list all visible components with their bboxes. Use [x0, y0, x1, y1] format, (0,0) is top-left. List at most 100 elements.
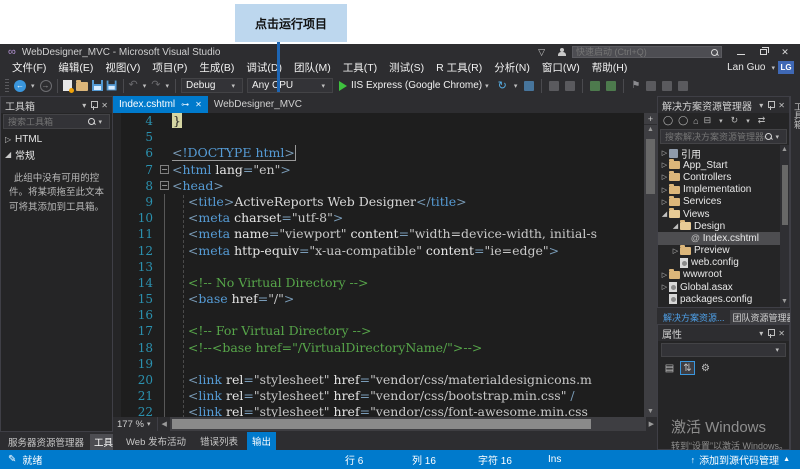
- code-line[interactable]: 4}: [121, 113, 644, 129]
- fold-margin[interactable]: [159, 388, 172, 404]
- chevron-right-icon[interactable]: ▷: [660, 198, 669, 206]
- scroll-left-icon[interactable]: ◀: [158, 420, 169, 428]
- dropdown-icon[interactable]: ▾: [31, 82, 35, 90]
- fold-margin[interactable]: [159, 307, 172, 323]
- code-text[interactable]: [172, 307, 644, 323]
- tree-scroll-up-icon[interactable]: ▲: [781, 145, 788, 155]
- categorized-icon[interactable]: ▤: [662, 361, 677, 375]
- tree-scrollbar[interactable]: ▲ ▼: [780, 145, 789, 307]
- code-line[interactable]: 8−<head>: [121, 178, 644, 194]
- prev-bookmark-icon[interactable]: [644, 77, 658, 95]
- code-area[interactable]: 4}56<!DOCTYPE html>7−<html lang="en">8−<…: [113, 113, 657, 417]
- next-bookmark-icon[interactable]: [660, 77, 674, 95]
- dropdown-icon[interactable]: ▾: [514, 82, 518, 90]
- tree-item-packages.config[interactable]: packages.config: [658, 293, 789, 305]
- menu-item[interactable]: 测试(S): [383, 62, 430, 74]
- toolbox-search-input[interactable]: [8, 117, 88, 127]
- code-line[interactable]: 17 <!-- For Virtual Directory -->: [121, 323, 644, 339]
- toolbox-dropdown-icon[interactable]: ▾: [82, 101, 86, 110]
- code-text[interactable]: <title>ActiveReports Web Designer</title…: [172, 194, 644, 210]
- chevron-down-icon[interactable]: ◢: [671, 222, 680, 230]
- code-line[interactable]: 16: [121, 307, 644, 323]
- bottom-tab-输出[interactable]: 输出: [247, 432, 276, 450]
- quick-launch-box[interactable]: [572, 46, 722, 58]
- toolbox-group[interactable]: ◢常规: [1, 147, 112, 162]
- back-icon[interactable]: ←: [12, 77, 28, 95]
- tree-item-Implementation[interactable]: ▷Implementation: [658, 184, 789, 196]
- properties-close-icon[interactable]: ✕: [778, 329, 785, 338]
- code-text[interactable]: <meta charset="utf-8">: [172, 210, 644, 226]
- tree-scroll-down-icon[interactable]: ▼: [781, 297, 788, 307]
- code-text[interactable]: <meta http-equiv="x-ua-compatible" conte…: [172, 243, 644, 259]
- code-line[interactable]: 13: [121, 259, 644, 275]
- properties-object-dropdown[interactable]: ▾: [661, 343, 786, 357]
- close-icon[interactable]: ✕: [195, 100, 202, 109]
- scroll-down-icon[interactable]: ▼: [647, 407, 654, 417]
- code-text[interactable]: <html lang="en">: [172, 162, 644, 178]
- tree-item-引用[interactable]: ▷引用: [658, 147, 789, 159]
- tree-item-Controllers[interactable]: ▷Controllers: [658, 171, 789, 183]
- fold-margin[interactable]: [159, 210, 172, 226]
- fold-margin[interactable]: [159, 323, 172, 339]
- fold-collapse-icon[interactable]: −: [160, 181, 169, 190]
- collapse-all-icon[interactable]: ⊟: [704, 115, 712, 126]
- menu-item[interactable]: 调试(D): [240, 62, 288, 74]
- new-file-icon[interactable]: [61, 77, 74, 95]
- properties-dropdown-icon[interactable]: ▾: [759, 329, 763, 338]
- bottom-tab-错误列表[interactable]: 错误列表: [195, 432, 243, 450]
- bottom-tab-Web 发布活动[interactable]: Web 发布活动: [121, 432, 191, 450]
- fold-margin[interactable]: [159, 291, 172, 307]
- tree-item-Global.asax[interactable]: ▷Global.asax: [658, 281, 789, 293]
- chevron-right-icon[interactable]: ▷: [660, 283, 669, 291]
- quick-launch-input[interactable]: [576, 47, 711, 57]
- fold-margin[interactable]: [159, 226, 172, 242]
- code-line[interactable]: 10 <meta charset="utf-8">: [121, 210, 644, 226]
- comment-icon[interactable]: [547, 77, 561, 95]
- code-text[interactable]: <!-- For Virtual Directory -->: [172, 323, 644, 339]
- code-line[interactable]: 12 <meta http-equiv="x-ua-compatible" co…: [121, 243, 644, 259]
- fold-margin[interactable]: [159, 275, 172, 291]
- code-text[interactable]: <head>: [172, 178, 644, 194]
- code-line[interactable]: 7−<html lang="en">: [121, 162, 644, 178]
- save-all-icon[interactable]: [105, 77, 120, 95]
- platform-dropdown[interactable]: Any CPU▾: [247, 78, 333, 93]
- undo-icon[interactable]: ↶: [127, 77, 140, 95]
- solution-explorer-close-icon[interactable]: ✕: [778, 101, 785, 110]
- code-text[interactable]: <!--<base href="/VirtualDirectoryName/">…: [172, 340, 644, 356]
- se-toolbar-dropdown-icon[interactable]: ▾: [719, 117, 723, 125]
- fold-margin[interactable]: [159, 340, 172, 356]
- tree-item-Preview[interactable]: ▷Preview: [658, 245, 789, 257]
- fold-collapse-icon[interactable]: −: [160, 165, 169, 174]
- fold-margin[interactable]: [159, 129, 172, 145]
- minimize-button[interactable]: [730, 45, 752, 59]
- toolbox-group[interactable]: ▷HTML: [1, 132, 112, 147]
- chevron-down-icon[interactable]: ◢: [660, 210, 669, 218]
- code-text[interactable]: <meta name="viewport" content="width=dev…: [172, 226, 644, 242]
- restore-button[interactable]: [752, 45, 774, 59]
- horizontal-scroll-track[interactable]: [170, 417, 646, 431]
- fold-margin[interactable]: −: [159, 162, 172, 178]
- outdent-icon[interactable]: [604, 77, 618, 95]
- solution-explorer-search-box[interactable]: ▾: [660, 129, 787, 144]
- breakpoint-margin[interactable]: [113, 113, 121, 417]
- code-line[interactable]: 15 <base href="/">: [121, 291, 644, 307]
- se-forward-icon[interactable]: ◯: [678, 115, 688, 126]
- dock-tab-服务器资源管理器[interactable]: 服务器资源管理器: [4, 434, 88, 450]
- code-text[interactable]: [172, 129, 644, 145]
- code-text[interactable]: <!DOCTYPE html>: [172, 145, 644, 161]
- tree-scroll-thumb[interactable]: [782, 165, 788, 225]
- code-text[interactable]: [172, 259, 644, 275]
- signed-in-user[interactable]: Lan Guo: [727, 62, 765, 73]
- editor-tab[interactable]: WebDesigner_MVC: [208, 96, 308, 113]
- code-line[interactable]: 20 <link rel="stylesheet" href="vendor/c…: [121, 372, 644, 388]
- vertical-scrollbar[interactable]: + ▲ ▼: [644, 113, 657, 417]
- fold-margin[interactable]: [159, 194, 172, 210]
- tree-item-Views[interactable]: ◢Views: [658, 208, 789, 220]
- search-options-icon[interactable]: ▾: [98, 118, 102, 126]
- save-icon[interactable]: [90, 77, 105, 95]
- tree-item-Design[interactable]: ◢Design: [658, 220, 789, 232]
- dock-tab-团队资源管理器[interactable]: 团队资源管理器: [730, 310, 799, 325]
- chevron-right-icon[interactable]: ▷: [660, 186, 669, 194]
- properties-pin-icon[interactable]: [768, 329, 773, 338]
- chevron-right-icon[interactable]: ▷: [660, 173, 669, 181]
